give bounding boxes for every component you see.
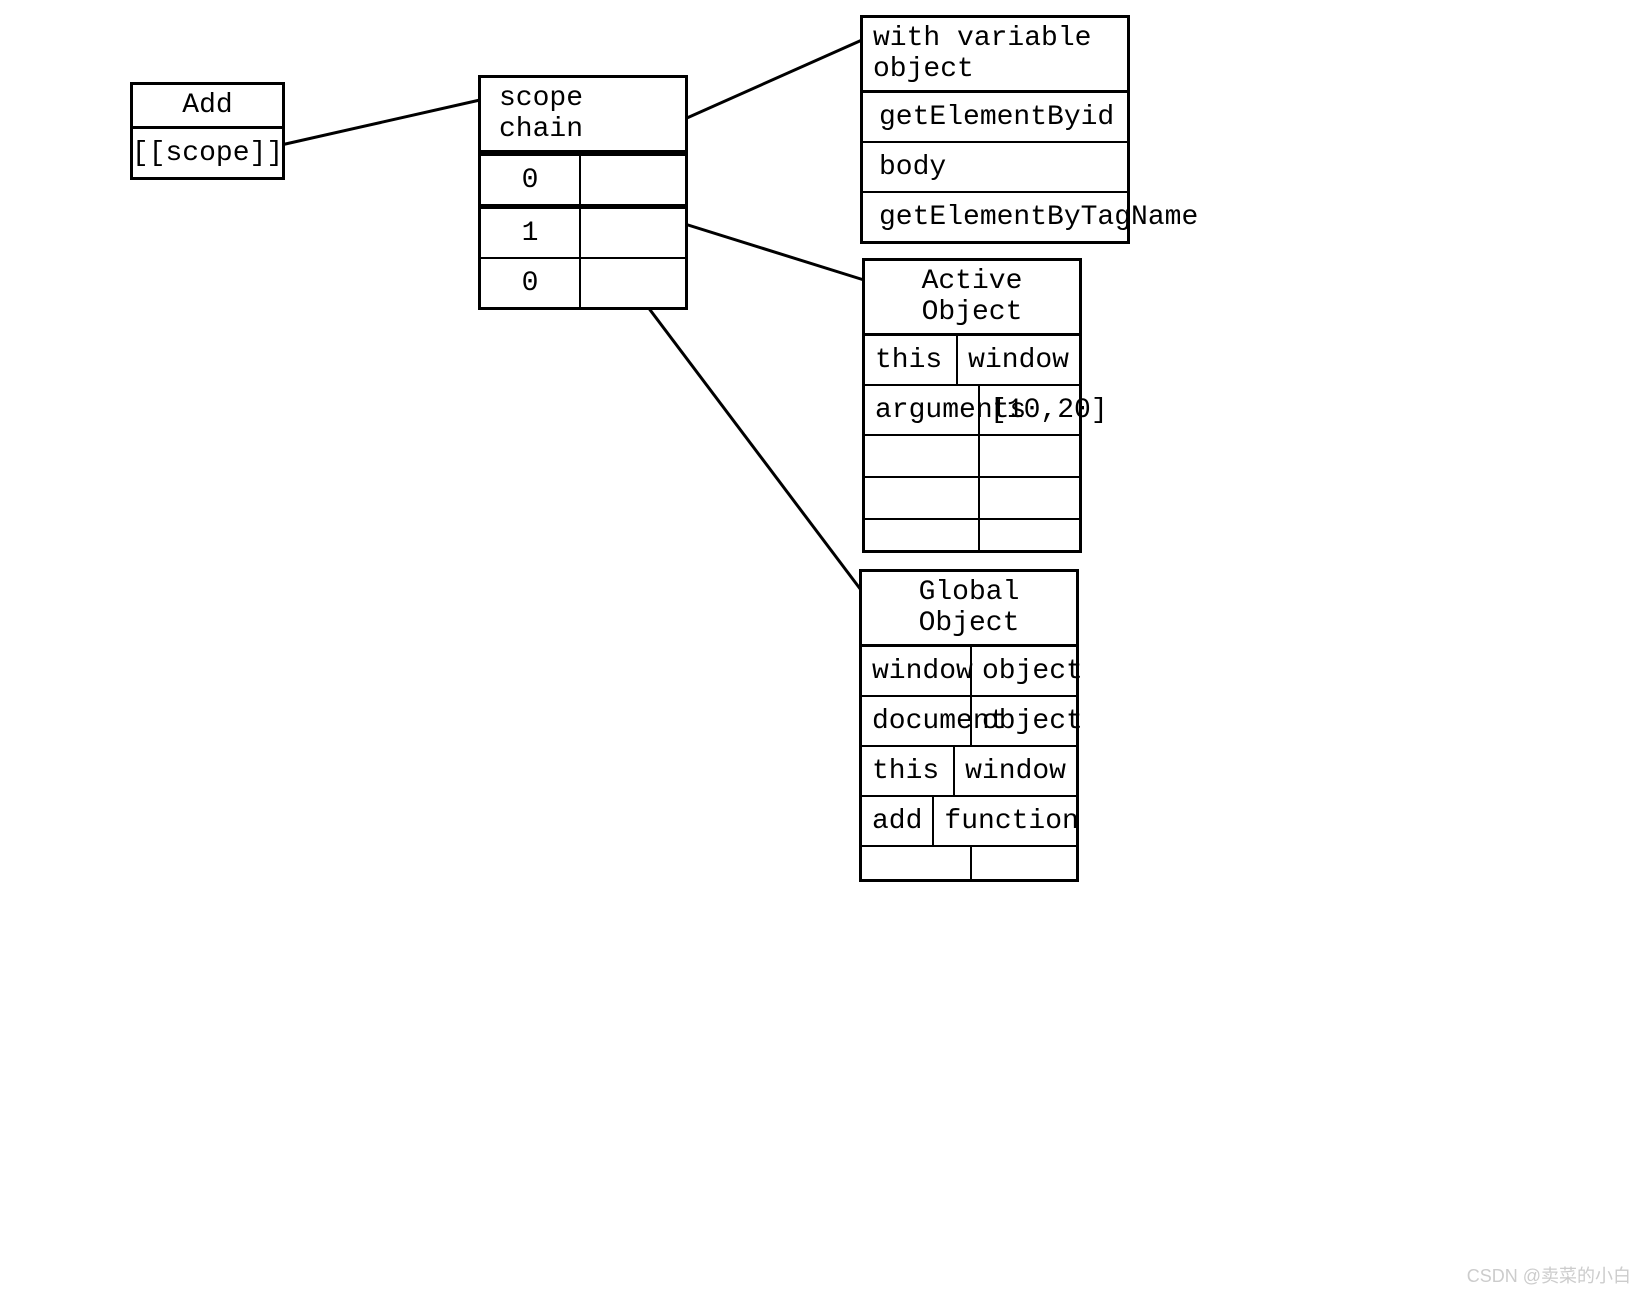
active-object-row: arguments [10,20]	[865, 386, 1079, 436]
active-object-row	[865, 520, 1079, 550]
with-var-obj-item: getElementByTagName	[863, 193, 1208, 241]
with-var-obj-item: getElementByid	[863, 93, 1124, 141]
active-object-box: Active Object this window arguments [10,…	[862, 258, 1082, 553]
with-var-obj-row: getElementByTagName	[863, 193, 1127, 241]
active-object-key: arguments	[865, 386, 980, 434]
add-box: Add [[scope]]	[130, 82, 285, 180]
global-object-row	[862, 847, 1076, 879]
watermark-text: CSDN @卖菜的小白	[1467, 1262, 1631, 1288]
connector-lines	[0, 0, 1643, 1296]
with-variable-object-box: with variable object getElementByid body…	[860, 15, 1130, 244]
active-object-key	[865, 520, 980, 550]
global-object-val: function	[934, 797, 1088, 845]
global-object-row: window object	[862, 647, 1076, 697]
global-object-row: document object	[862, 697, 1076, 747]
active-object-val: [10,20]	[980, 386, 1118, 434]
global-object-key: add	[862, 797, 934, 845]
scope-chain-title: scope chain	[481, 78, 685, 153]
scope-chain-box: scope chain 0 1 0	[478, 75, 688, 310]
active-object-row: this window	[865, 336, 1079, 386]
global-object-key: window	[862, 647, 972, 695]
with-var-obj-title: with variable object	[863, 18, 1127, 93]
active-object-val	[980, 436, 1079, 476]
active-object-key	[865, 478, 980, 518]
scope-chain-row: 0	[481, 259, 685, 307]
global-object-key	[862, 847, 972, 879]
global-object-val	[972, 847, 1076, 879]
with-var-obj-row: body	[863, 143, 1127, 193]
with-var-obj-item: body	[863, 143, 956, 191]
with-var-obj-row: getElementByid	[863, 93, 1127, 143]
add-box-scope: [[scope]]	[133, 129, 282, 177]
scope-chain-row: 0	[481, 153, 685, 206]
global-object-row: add function	[862, 797, 1076, 847]
scope-chain-ref	[581, 156, 685, 204]
global-object-box: Global Object window object document obj…	[859, 569, 1079, 882]
active-object-row	[865, 436, 1079, 478]
global-object-val: object	[972, 647, 1093, 695]
global-object-row: this window	[862, 747, 1076, 797]
active-object-title: Active Object	[865, 261, 1079, 336]
global-object-val: object	[972, 697, 1093, 745]
active-object-key	[865, 436, 980, 476]
active-object-key: this	[865, 336, 958, 384]
global-object-val: window	[955, 747, 1076, 795]
add-box-title: Add	[133, 85, 282, 129]
scope-chain-ref	[581, 209, 685, 257]
scope-chain-row: 1	[481, 206, 685, 259]
scope-chain-ref	[581, 259, 685, 307]
global-object-title: Global Object	[862, 572, 1076, 647]
active-object-val	[980, 478, 1079, 518]
scope-chain-index: 0	[481, 156, 581, 204]
active-object-row	[865, 478, 1079, 520]
global-object-key: this	[862, 747, 955, 795]
active-object-val	[980, 520, 1079, 550]
scope-chain-index: 0	[481, 259, 581, 307]
global-object-key: document	[862, 697, 972, 745]
active-object-val: window	[958, 336, 1079, 384]
scope-chain-index: 1	[481, 209, 581, 257]
